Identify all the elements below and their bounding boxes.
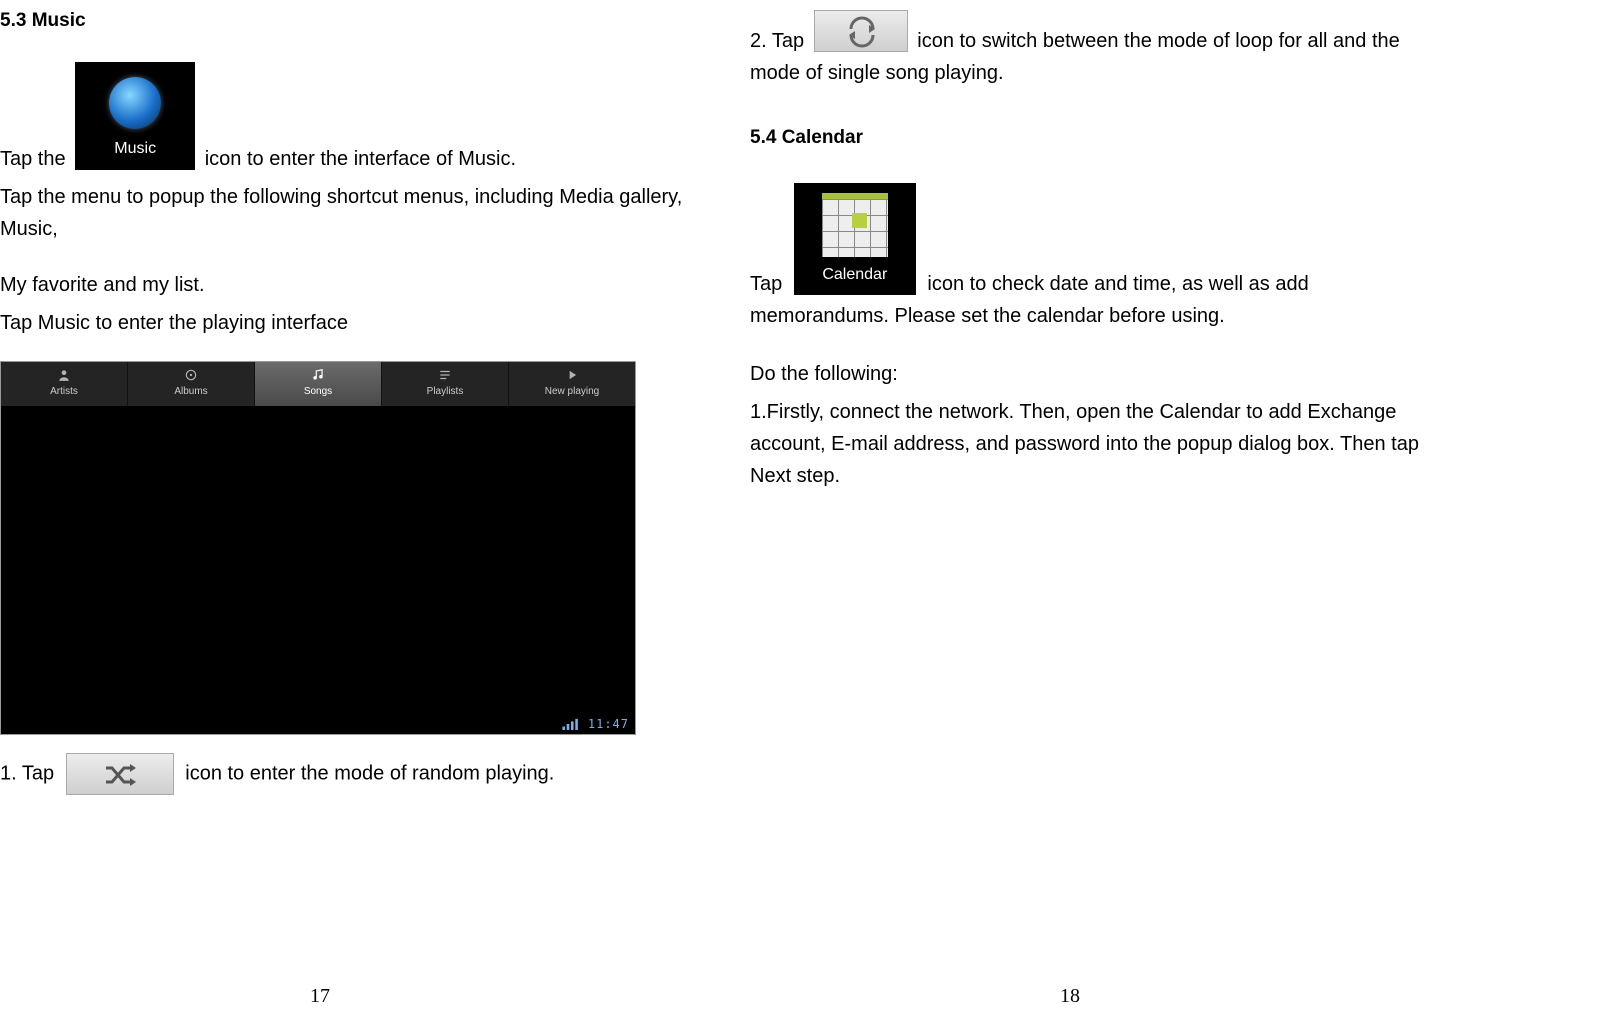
do-the-following: Do the following:	[750, 358, 1450, 390]
step-1-random: 1. Tap icon to enter the mode of random …	[0, 753, 700, 795]
tab-albums-label: Albums	[174, 384, 207, 400]
tab-artists-label: Artists	[50, 384, 78, 400]
tab-artists[interactable]: Artists	[1, 362, 128, 406]
status-bar: 11:47	[562, 715, 629, 734]
calendar-step-1: 1.Firstly, connect the network. Then, op…	[750, 396, 1450, 492]
tab-nowplaying-label: New playing	[545, 384, 599, 400]
step1-prefix: 1. Tap	[0, 762, 54, 784]
signal-icon	[562, 718, 580, 730]
music-icon-label: Music	[75, 136, 195, 162]
tab-songs[interactable]: Songs	[255, 362, 382, 406]
text-after-music-icon: icon to enter the interface of Music.	[205, 148, 516, 170]
step-2-loop: 2. Tap icon to switch between the mode o…	[750, 10, 1450, 89]
music-menu-text: Tap the menu to popup the following shor…	[0, 181, 700, 245]
text-tap-the: Tap the	[0, 148, 66, 170]
text-tap: Tap	[750, 273, 782, 295]
calendar-icon-label: Calendar	[794, 262, 916, 288]
tab-nowplaying[interactable]: New playing	[509, 362, 635, 406]
status-time: 11:47	[588, 715, 629, 734]
music-tabs: Artists Albums Songs Playlists New playi…	[1, 362, 635, 406]
tab-albums[interactable]: Albums	[128, 362, 255, 406]
section-heading-calendar: 5.4 Calendar	[750, 123, 1450, 153]
tab-songs-label: Songs	[304, 384, 332, 400]
tab-playlists-label: Playlists	[427, 384, 464, 400]
page-number-right: 18	[1060, 985, 1080, 1008]
music-tap-enter-text: Tap Music to enter the playing interface	[0, 307, 700, 339]
shuffle-icon	[66, 753, 174, 795]
calendar-app-icon: Calendar	[794, 183, 916, 295]
music-player-screenshot: Artists Albums Songs Playlists New playi…	[0, 361, 636, 735]
loop-icon	[814, 10, 908, 52]
step1-suffix: icon to enter the mode of random playing…	[185, 762, 554, 784]
calendar-intro-line: Tap Calendar icon to check date and time…	[750, 183, 1450, 332]
step2-prefix: 2. Tap	[750, 30, 804, 52]
tab-playlists[interactable]: Playlists	[382, 362, 509, 406]
page-number-left: 17	[310, 985, 330, 1008]
music-favorite-text: My favorite and my list.	[0, 269, 700, 301]
music-intro-line: Tap the Music icon to enter the interfac…	[0, 62, 700, 175]
section-heading-music: 5.3 Music	[0, 10, 700, 32]
music-app-icon: Music	[75, 62, 195, 170]
